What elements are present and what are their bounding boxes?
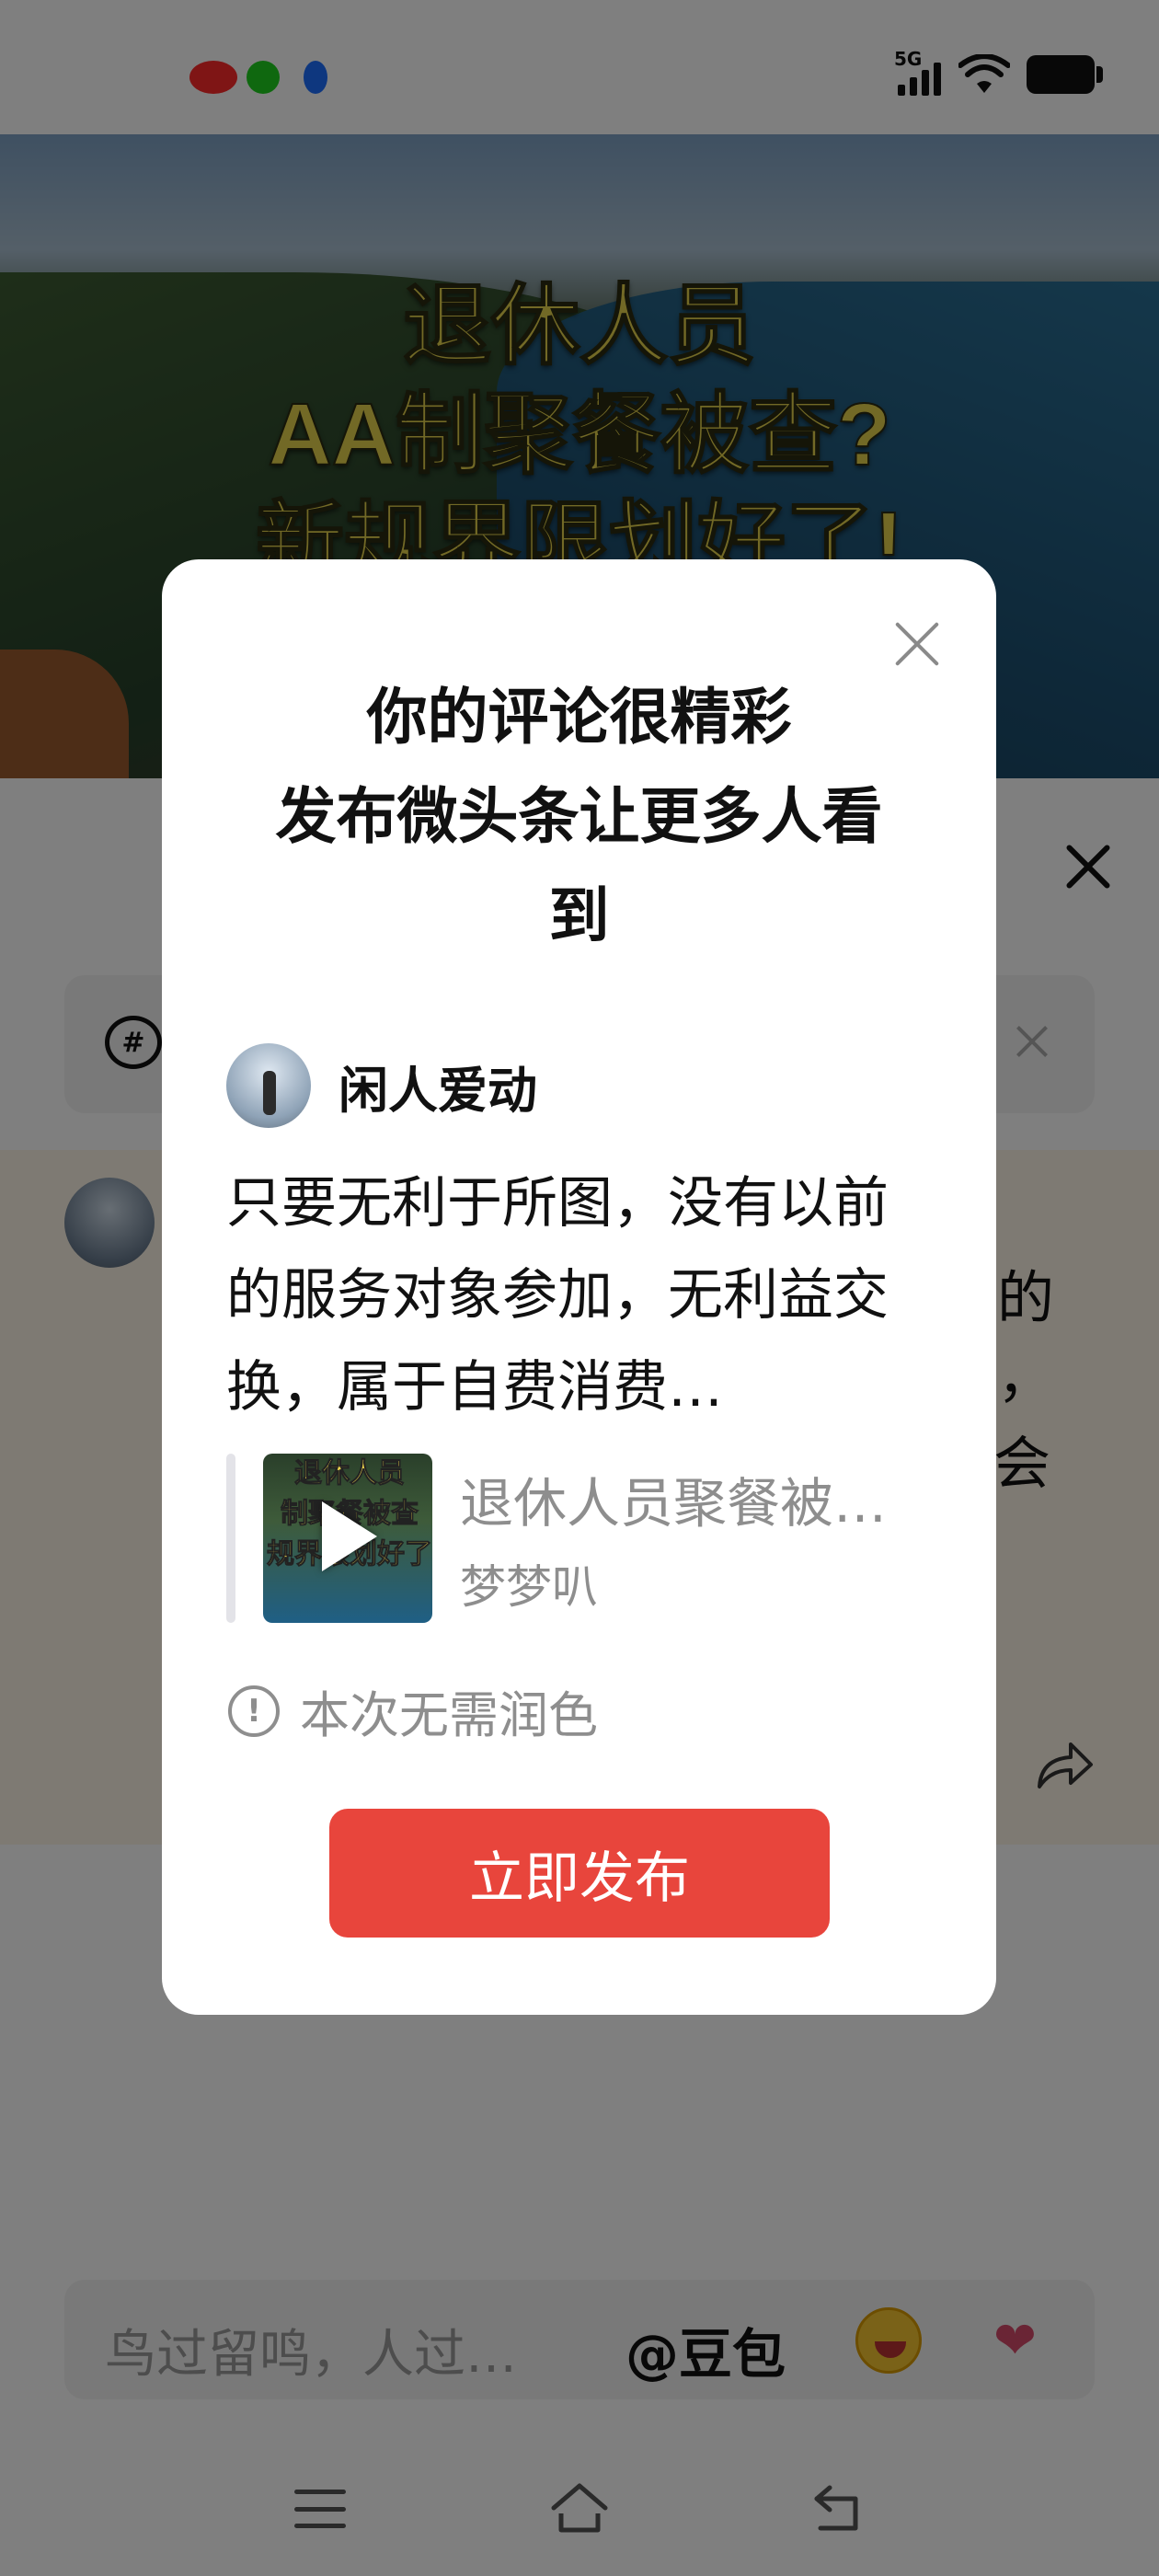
publish-dialog: 你的评论很精彩 发布微头条让更多人看 到 闲人爱动 只要无利于所图，没有以前的服… xyxy=(162,559,996,2015)
dialog-title: 你的评论很精彩 发布微头条让更多人看 到 xyxy=(217,668,941,966)
dialog-title-line: 你的评论很精彩 xyxy=(366,682,792,753)
author-row: 闲人爱动 xyxy=(226,1043,537,1128)
quote-title: 退休人员聚餐被… xyxy=(460,1472,888,1535)
avatar xyxy=(226,1043,311,1128)
comment-text: 只要无利于所图，没有以前的服务对象参加，无利益交换，属于自费消费… xyxy=(226,1171,889,1420)
info-icon: ! xyxy=(228,1685,280,1737)
video-thumbnail[interactable]: 退休人员 制聚餐被查 规界限划好了 xyxy=(263,1454,432,1623)
author-name: 闲人爱动 xyxy=(339,1061,537,1120)
play-icon xyxy=(322,1501,377,1571)
polish-note-text: 本次无需润色 xyxy=(300,1686,598,1744)
polish-note: ! 本次无需润色 xyxy=(228,1674,598,1747)
dialog-title-line: 发布微头条让更多人看 xyxy=(275,781,883,852)
publish-button[interactable]: 立即发布 xyxy=(329,1809,830,1938)
dialog-title-line: 到 xyxy=(548,880,610,951)
quote-author: 梦梦叭 xyxy=(460,1560,598,1614)
quoted-video-card[interactable]: 退休人员 制聚餐被查 规界限划好了 退休人员聚餐被… 梦梦叭 xyxy=(226,1454,925,1623)
quote-divider xyxy=(226,1454,235,1623)
close-icon[interactable] xyxy=(891,618,943,670)
quote-info: 退休人员聚餐被… 梦梦叭 xyxy=(460,1460,887,1616)
thumbnail-caption: 退休人员 xyxy=(294,1457,406,1490)
